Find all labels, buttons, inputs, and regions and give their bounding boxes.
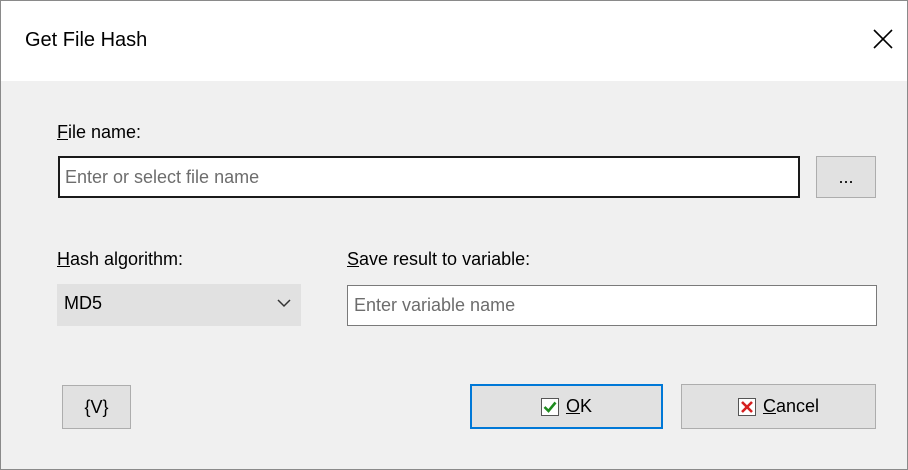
dialog-window: Get File Hash File name: ... Hash algori… <box>0 0 908 470</box>
ok-label: OK <box>566 396 592 417</box>
ok-label-accel: O <box>565 396 580 416</box>
ok-label-rest: K <box>580 396 593 416</box>
ok-button[interactable]: OK <box>470 384 663 429</box>
close-icon <box>863 19 903 59</box>
dialog-title: Get File Hash <box>25 29 148 51</box>
browse-file-button[interactable]: ... <box>816 156 876 198</box>
save-result-label-rest: ave result to variable: <box>359 249 531 269</box>
insert-variable-label: {V} <box>84 396 109 417</box>
cancel-label: Cancel <box>763 396 819 417</box>
checkmark-icon <box>540 397 559 416</box>
close-button[interactable] <box>863 19 903 59</box>
chevron-down-icon <box>276 295 292 316</box>
file-name-label: File name: <box>57 122 141 143</box>
hash-algorithm-value: MD5 <box>64 293 103 313</box>
hash-algorithm-label-accel: H <box>57 249 70 269</box>
save-result-label-accel: S <box>347 249 360 269</box>
hash-algorithm-label-rest: ash algorithm: <box>70 249 184 269</box>
cancel-label-accel: C <box>762 396 776 416</box>
title-bar: Get File Hash <box>1 1 907 81</box>
file-name-input[interactable] <box>58 156 800 198</box>
save-result-label: Save result to variable: <box>347 249 530 270</box>
insert-variable-button[interactable]: {V} <box>62 385 131 429</box>
file-name-label-rest: ile name: <box>68 122 142 142</box>
hash-algorithm-label: Hash algorithm: <box>57 249 183 270</box>
cancel-button[interactable]: Cancel <box>681 384 876 429</box>
cancel-label-rest: ancel <box>775 396 820 416</box>
hash-algorithm-select[interactable]: MD5 <box>57 284 301 326</box>
x-mark-icon <box>737 397 756 416</box>
file-name-label-accel: F <box>57 122 68 142</box>
variable-name-input[interactable] <box>347 285 877 326</box>
browse-button-label: ... <box>838 166 854 187</box>
